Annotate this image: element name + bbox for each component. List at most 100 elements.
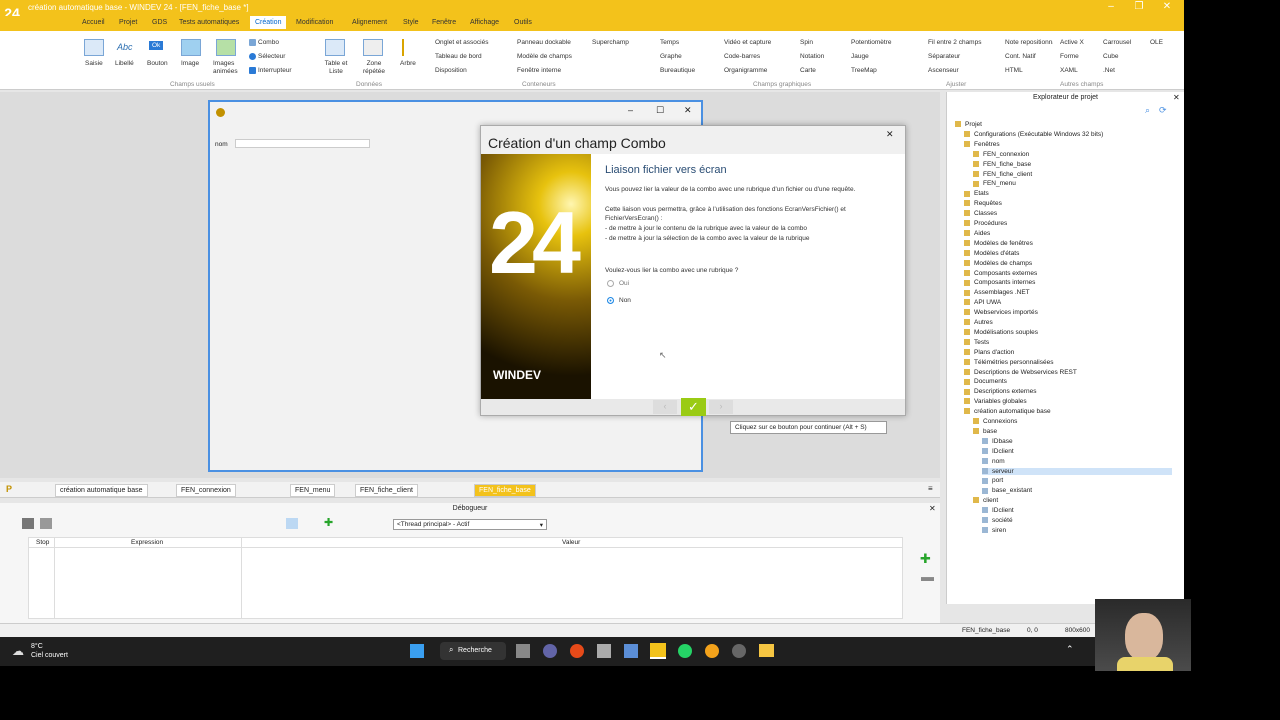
- menu-gds[interactable]: GDS: [152, 19, 167, 26]
- zone-repetee-icon[interactable]: [363, 39, 383, 56]
- tree-item[interactable]: Variables globales: [964, 398, 1027, 405]
- tree-item[interactable]: Télémétries personnalisées: [964, 359, 1053, 366]
- debug-add-icon[interactable]: ✚: [324, 518, 333, 529]
- radio-non[interactable]: [607, 297, 614, 304]
- ascenseur-button[interactable]: Ascenseur: [928, 67, 959, 74]
- tree-item[interactable]: Procédures: [964, 220, 1007, 227]
- tabs-menu-icon[interactable]: ≡: [928, 484, 933, 493]
- images-animees-icon[interactable]: [216, 39, 236, 56]
- fen-maximize-icon[interactable]: ☐: [656, 105, 664, 116]
- spin-button[interactable]: Spin: [800, 39, 813, 46]
- radio-oui-label[interactable]: Oui: [619, 280, 629, 287]
- ole-button[interactable]: OLE: [1150, 39, 1163, 46]
- tree-item[interactable]: Configurations (Exécutable Windows 32 bi…: [964, 131, 1103, 138]
- treemap-button[interactable]: TreeMap: [851, 67, 877, 74]
- carrousel-button[interactable]: Carrousel: [1103, 39, 1131, 46]
- tree-item[interactable]: Plans d'action: [964, 349, 1014, 356]
- radio-non-label[interactable]: Non: [619, 297, 631, 304]
- tab-fen-fiche-base[interactable]: FEN_fiche_base: [474, 484, 536, 497]
- finish-button[interactable]: ✓: [681, 398, 706, 416]
- activex-button[interactable]: Active X: [1060, 39, 1084, 46]
- tab-fen-fiche-client[interactable]: FEN_fiche_client: [355, 484, 418, 497]
- remove-expression-icon[interactable]: ▬: [921, 569, 934, 584]
- tree-item[interactable]: serveur: [982, 467, 1172, 475]
- windev-taskbar-icon[interactable]: [650, 643, 666, 659]
- tree-item[interactable]: Assemblages .NET: [964, 289, 1030, 296]
- tree-item[interactable]: Composants internes: [964, 279, 1035, 286]
- menu-accueil[interactable]: Accueil: [82, 19, 105, 26]
- jauge-button[interactable]: Jauge: [851, 53, 869, 60]
- nom-input[interactable]: [235, 139, 370, 148]
- fenetre-interne-button[interactable]: Fenêtre interne: [517, 67, 561, 74]
- menu-creation[interactable]: Création: [250, 16, 287, 29]
- images-animees-label[interactable]: Images animées: [213, 60, 243, 76]
- superchamp-button[interactable]: Superchamp: [592, 39, 629, 46]
- project-tab-icon[interactable]: P: [6, 484, 12, 494]
- debug-run-icon[interactable]: [22, 518, 34, 529]
- settings-icon[interactable]: [732, 644, 746, 658]
- libelle-label[interactable]: Libellé: [115, 60, 134, 67]
- net-button[interactable]: .Net: [1103, 67, 1115, 74]
- tree-item[interactable]: siren: [982, 527, 1006, 534]
- whatsapp-icon[interactable]: [678, 644, 692, 658]
- bouton-label[interactable]: Bouton: [147, 60, 168, 67]
- fil-button[interactable]: Fil entre 2 champs: [928, 39, 981, 46]
- col-stop[interactable]: Stop: [36, 539, 49, 546]
- tree-item[interactable]: Autres: [964, 319, 993, 326]
- tray-chevron-icon[interactable]: ⌃: [1066, 644, 1074, 655]
- forme-button[interactable]: Forme: [1060, 53, 1079, 60]
- fen-close-icon[interactable]: ✕: [684, 105, 692, 116]
- tree-item[interactable]: Composants externes: [964, 270, 1037, 277]
- restore-button[interactable]: ❐: [1128, 0, 1150, 15]
- tree-item[interactable]: Modèles d'états: [964, 250, 1019, 257]
- menu-tests[interactable]: Tests automatiques: [179, 19, 239, 26]
- watch-grid[interactable]: Stop Expression Valeur: [28, 537, 903, 619]
- organigramme-button[interactable]: Organigramme: [724, 67, 767, 74]
- bouton-icon[interactable]: Ok: [149, 41, 164, 50]
- tree-item[interactable]: Fenêtres: [964, 141, 1000, 148]
- chrome-icon[interactable]: [570, 644, 584, 658]
- col-valeur[interactable]: Valeur: [562, 539, 580, 546]
- tree-item[interactable]: Modèles de fenêtres: [964, 240, 1033, 247]
- tree-item[interactable]: API UWA: [964, 299, 1001, 306]
- tree-item[interactable]: Webservices importés: [964, 309, 1038, 316]
- tableau-de-bord-button[interactable]: Tableau de bord: [435, 53, 482, 60]
- calculator-icon[interactable]: [597, 644, 611, 658]
- tab-fen-menu[interactable]: FEN_menu: [290, 484, 336, 497]
- tree-item[interactable]: Descriptions externes: [964, 388, 1037, 395]
- tree-item[interactable]: FEN_fiche_client: [973, 171, 1032, 178]
- menu-modification[interactable]: Modification: [296, 19, 333, 26]
- weather-icon[interactable]: ☁: [12, 644, 24, 658]
- tree-item[interactable]: Classes: [964, 210, 997, 217]
- tree-item[interactable]: création automatique base: [964, 408, 1051, 415]
- image-icon[interactable]: [181, 39, 201, 56]
- windows-start-icon[interactable]: [410, 644, 424, 658]
- tree-item[interactable]: Connexions: [973, 418, 1017, 425]
- tree-item[interactable]: FEN_fiche_base: [973, 161, 1031, 168]
- network-app-icon[interactable]: [624, 644, 638, 658]
- table-label[interactable]: Table et Liste: [321, 60, 351, 76]
- menu-affichage[interactable]: Affichage: [470, 19, 499, 26]
- video-button[interactable]: Vidéo et capture: [724, 39, 771, 46]
- disposition-button[interactable]: Disposition: [435, 67, 467, 74]
- close-button[interactable]: ✕: [1156, 0, 1178, 15]
- teams-icon[interactable]: [543, 644, 557, 658]
- tree-item[interactable]: Modélisations souples: [964, 329, 1038, 336]
- cont-natif-button[interactable]: Cont. Natif: [1005, 53, 1036, 60]
- xaml-button[interactable]: XAML: [1060, 67, 1078, 74]
- libelle-icon[interactable]: Abc: [117, 42, 133, 52]
- menu-alignement[interactable]: Alignement: [352, 19, 387, 26]
- debugger-close-icon[interactable]: ✕: [929, 504, 936, 513]
- combo-button[interactable]: Combo: [249, 39, 279, 46]
- add-expression-icon[interactable]: ✚: [920, 551, 931, 567]
- tree-item[interactable]: Projet: [955, 121, 982, 128]
- arbre-label[interactable]: Arbre: [400, 60, 416, 67]
- notation-button[interactable]: Notation: [800, 53, 824, 60]
- modele-champs-button[interactable]: Modèle de champs: [517, 53, 572, 60]
- note-button[interactable]: Note repositionnable: [1005, 39, 1053, 46]
- menu-projet[interactable]: Projet: [119, 19, 137, 26]
- menu-style[interactable]: Style: [403, 19, 419, 26]
- tree-item[interactable]: IDbase: [982, 438, 1013, 445]
- tree-item[interactable]: client: [973, 497, 998, 504]
- tree-item[interactable]: Tests: [964, 339, 989, 346]
